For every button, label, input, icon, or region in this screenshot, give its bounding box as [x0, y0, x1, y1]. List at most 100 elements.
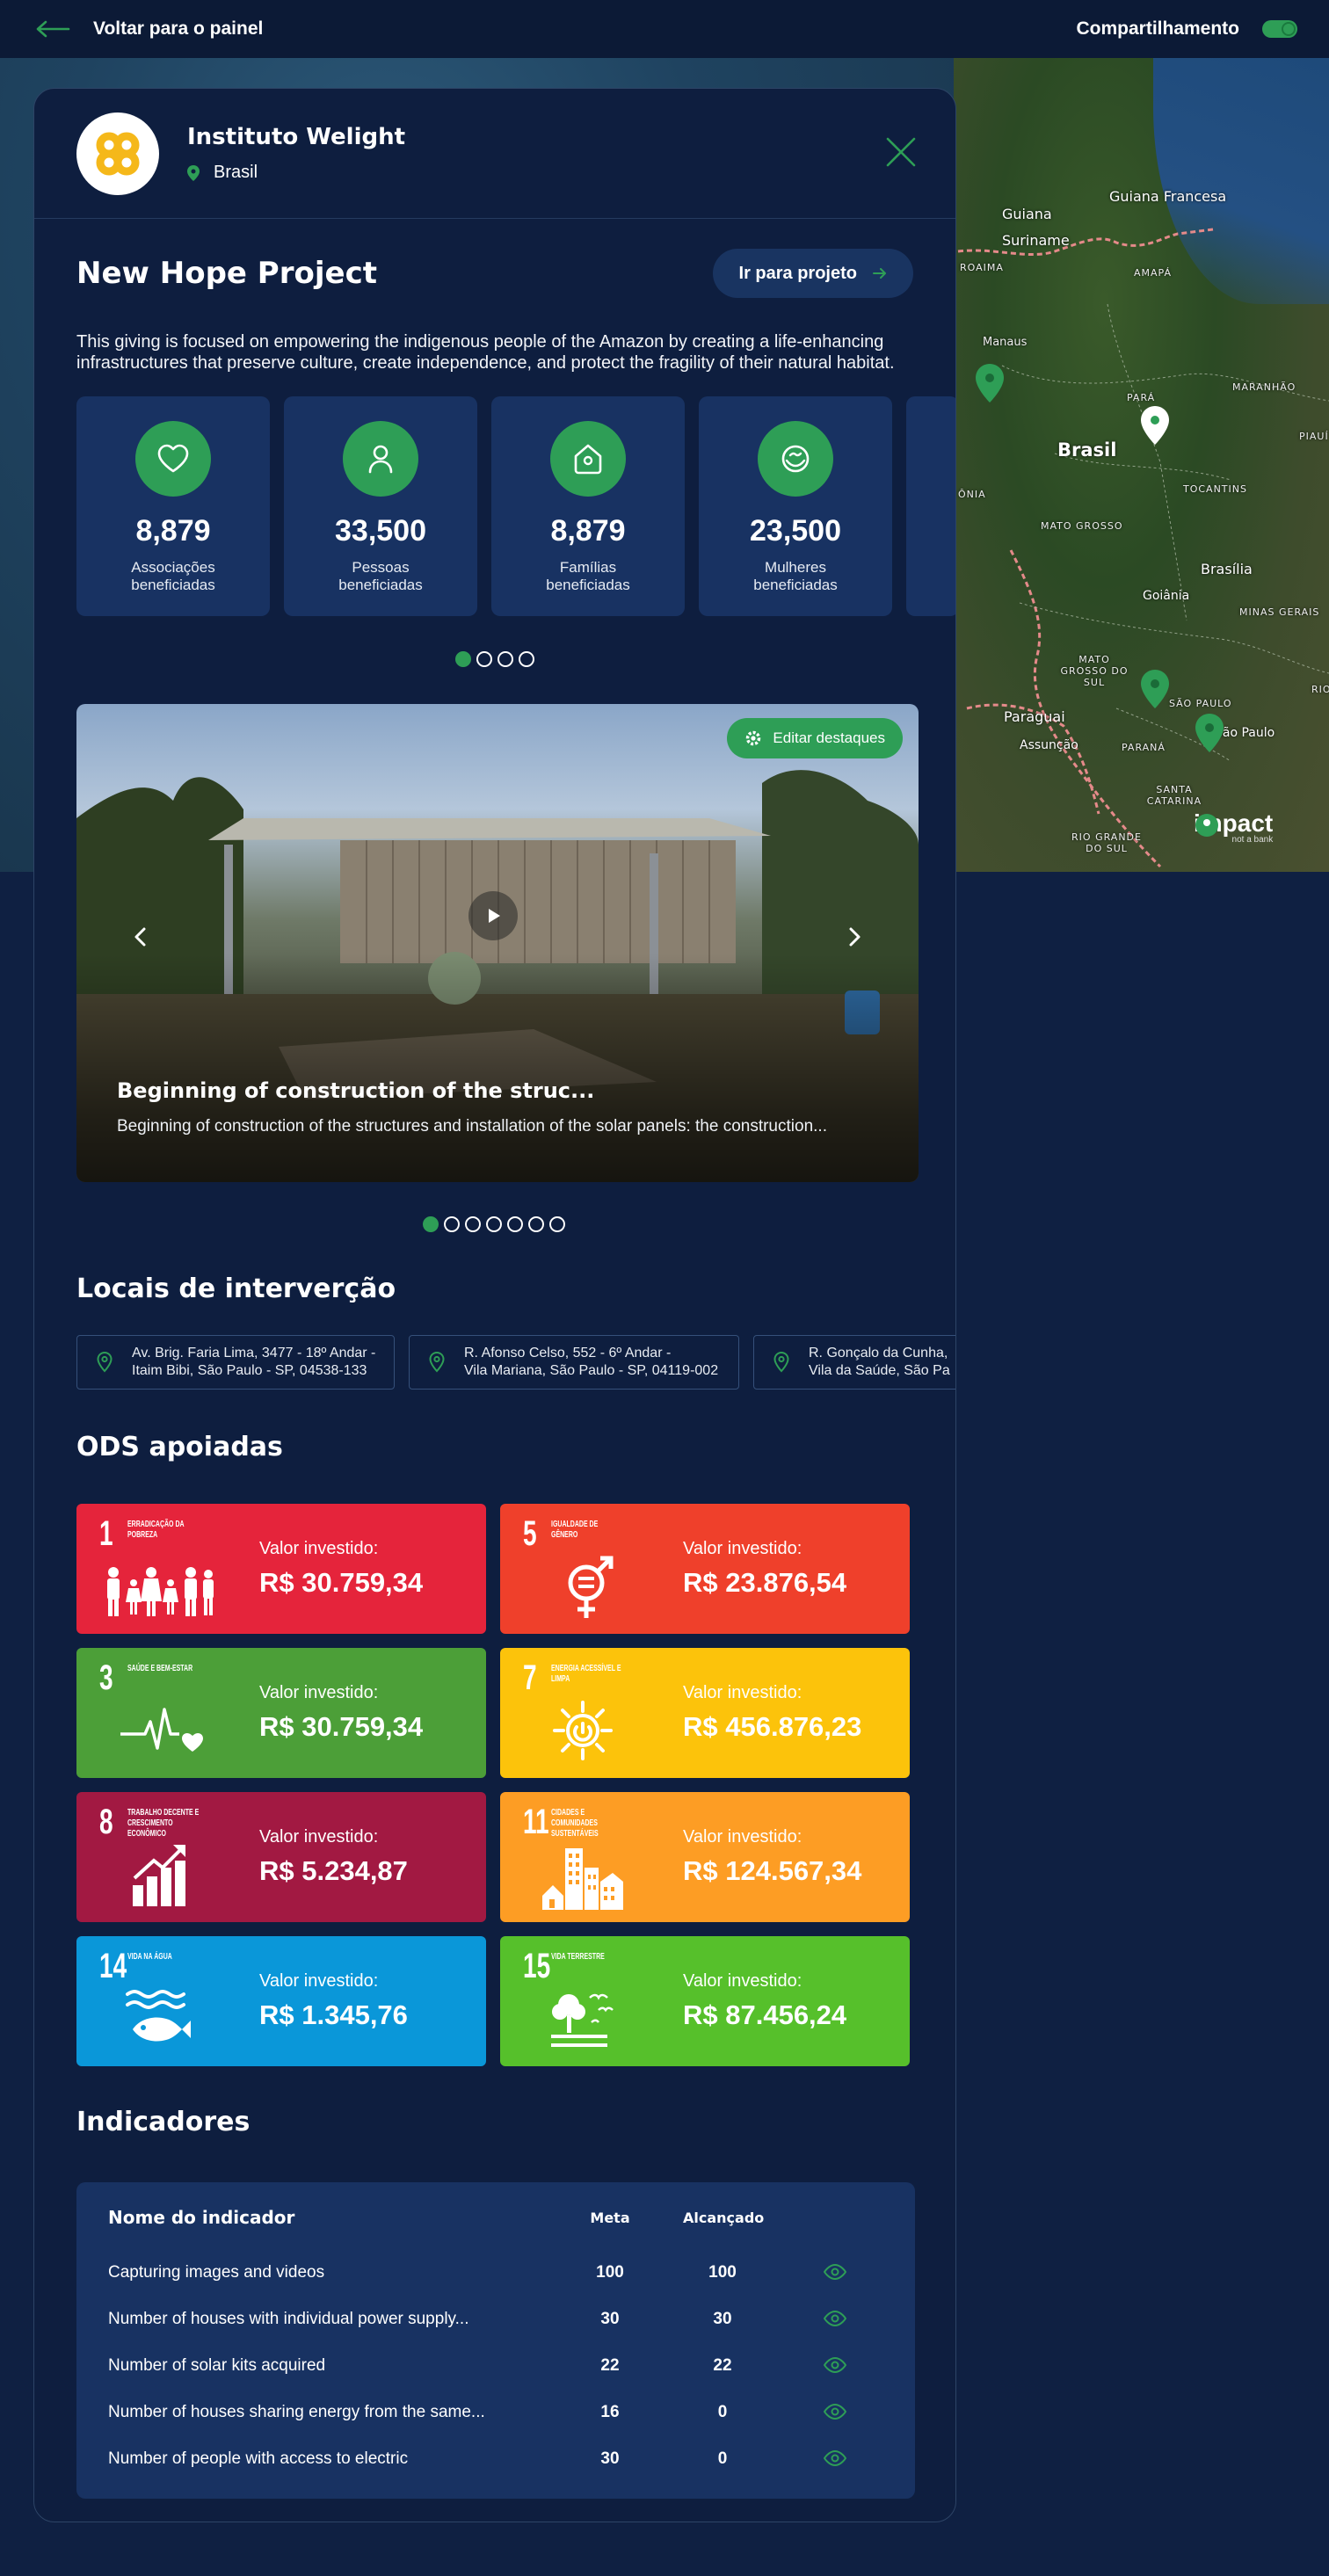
map-label: PARÁ	[1127, 392, 1156, 403]
chevron-left-icon[interactable]	[127, 924, 154, 950]
pager-dot[interactable]	[507, 1216, 523, 1232]
indicator-goal: 30	[600, 2449, 620, 2468]
ods-card[interactable]: 1 ERRADICAÇÃO DA POBREZA Valor investido:…	[76, 1504, 486, 1634]
pager-dot[interactable]	[528, 1216, 544, 1232]
stat-value: 8,879	[135, 514, 211, 548]
location-pin-icon	[773, 1352, 789, 1373]
sharing-toggle[interactable]	[1262, 20, 1297, 38]
eye-icon[interactable]	[824, 2449, 846, 2467]
pager-dot[interactable]	[476, 651, 492, 667]
indicator-goal: 22	[600, 2356, 620, 2375]
close-icon[interactable]	[885, 136, 917, 168]
ods-number: 5	[523, 1514, 537, 1553]
eye-icon[interactable]	[824, 2310, 846, 2327]
impact-logo-icon	[1195, 814, 1218, 837]
heart-icon	[157, 444, 189, 473]
pager-dot[interactable]	[423, 1216, 439, 1232]
edit-highlights-label: Editar destaques	[773, 729, 885, 746]
pager-dot[interactable]	[444, 1216, 460, 1232]
location-pin-icon	[429, 1352, 445, 1373]
ods-value: R$ 23.876,54	[683, 1567, 847, 1598]
map-label: Guiana	[1002, 206, 1052, 222]
organization-header: Instituto Welight Brasil	[34, 89, 955, 219]
organization-country: Brasil	[214, 163, 258, 182]
map-label: Paraguai	[1004, 708, 1065, 725]
back-label: Voltar para o painel	[93, 18, 264, 39]
stat-value: 33,500	[335, 514, 426, 548]
location-line: Av. Brig. Faria Lima, 3477 - 18º Andar -	[132, 1346, 376, 1361]
column-header-goal: Meta	[590, 2210, 630, 2226]
eye-icon[interactable]	[824, 2403, 846, 2420]
play-button[interactable]	[468, 891, 518, 940]
map-pin-icon[interactable]	[1194, 712, 1225, 754]
map-label: MATO GROSSO	[1041, 520, 1123, 532]
ods-name: TRABALHO DECENTE E CRESCIMENTO ECONÔMICO	[127, 1808, 200, 1839]
map-label: MARANHÃO	[1232, 381, 1296, 393]
ods-name: ENERGIA ACESSÍVEL E LIMPA	[551, 1664, 621, 1684]
stat-label: Associações beneficiadas	[131, 559, 215, 593]
impact-logo: impact not a bank	[1194, 811, 1273, 845]
caption-overlay	[76, 954, 919, 1182]
stats-pager	[455, 651, 534, 667]
pager-dot[interactable]	[519, 651, 534, 667]
ods-number: 11	[523, 1803, 549, 1841]
back-to-dashboard-link[interactable]: Voltar para o painel	[35, 18, 263, 40]
ods-card[interactable]: 3 SAÚDE E BEM-ESTAR Valor investido: R$ 3…	[76, 1648, 486, 1778]
chevron-right-icon[interactable]	[841, 924, 868, 950]
poverty-family-icon	[107, 1567, 214, 1616]
indicator-name: Number of houses sharing energy from the…	[108, 2403, 485, 2421]
pager-dot[interactable]	[497, 651, 513, 667]
map-label: Brasília	[1201, 561, 1253, 577]
map-pin-icon[interactable]	[974, 362, 1006, 404]
edit-highlights-button[interactable]: Editar destaques	[727, 718, 903, 758]
ods-value: R$ 87.456,24	[683, 1999, 847, 2030]
ods-value-label: Valor investido:	[259, 1971, 379, 1991]
eye-icon[interactable]	[824, 2263, 846, 2281]
ods-card[interactable]: 5 IGUALDADE DE GÊNERO Valor investido: R$…	[500, 1504, 910, 1634]
arrow-left-icon	[36, 20, 70, 38]
ods-number: 15	[523, 1947, 551, 1985]
project-panel: Instituto Welight Brasil New Hope Projec…	[33, 88, 956, 2522]
highlight-media[interactable]: Editar destaques Beginning of constructi…	[76, 704, 919, 1182]
indicator-achieved: 30	[713, 2310, 732, 2328]
location-item[interactable]: R. Gonçalo da Cunha, Vila da Saúde, São P…	[753, 1335, 955, 1390]
map-pin-icon[interactable]	[1139, 668, 1171, 710]
pager-dot[interactable]	[549, 1216, 565, 1232]
eye-icon[interactable]	[824, 2356, 846, 2374]
pager-dot[interactable]	[465, 1216, 481, 1232]
ods-name: VIDA TERRESTRE	[551, 1952, 605, 1962]
map-pin-selected-icon[interactable]	[1139, 404, 1171, 446]
play-icon	[489, 909, 500, 923]
table-row: Capturing images and videos 100 100	[76, 2263, 915, 2289]
go-to-project-button[interactable]: Ir para projeto	[712, 249, 913, 298]
map-label: Assunção	[1020, 738, 1078, 752]
fish-water-icon	[126, 1990, 191, 2042]
ods-card[interactable]: 8 TRABALHO DECENTE E CRESCIMENTO ECONÔMIC…	[76, 1792, 486, 1922]
project-header: New Hope Project Ir para projeto	[34, 249, 955, 298]
location-line: R. Afonso Celso, 552 - 6º Andar -	[464, 1346, 672, 1361]
map-label: SÃO PAULO	[1169, 698, 1232, 709]
heartbeat-icon	[120, 1708, 203, 1752]
map-label: PARANÁ	[1122, 742, 1166, 753]
ods-name: SAÚDE E BEM-ESTAR	[127, 1664, 193, 1673]
ods-value-label: Valor investido:	[259, 1683, 379, 1702]
ods-card[interactable]: 11 CIDADES E COMUNIDADES SUSTENTÁVEIS Val…	[500, 1792, 910, 1922]
ods-card[interactable]: 7 ENERGIA ACESSÍVEL E LIMPA Valor investi…	[500, 1648, 910, 1778]
map-label: PIAUÍ	[1299, 431, 1329, 442]
location-item[interactable]: R. Afonso Celso, 552 - 6º Andar - Vila Ma…	[409, 1335, 739, 1390]
map-label: Suriname	[1002, 232, 1070, 249]
ods-card[interactable]: 15 VIDA TERRESTRE Valor investido: R$ 87.…	[500, 1936, 910, 2066]
pager-dot[interactable]	[455, 651, 471, 667]
stat-card: 23,500 Mulheres beneficiadas	[699, 396, 892, 616]
ods-value-label: Valor investido:	[683, 1539, 802, 1558]
pager-dot[interactable]	[486, 1216, 502, 1232]
share-label: Compartilhamento	[1076, 18, 1239, 39]
ods-number: 3	[99, 1658, 113, 1697]
table-row: Number of solar kits acquired 22 22	[76, 2356, 915, 2383]
ods-number: 14	[99, 1947, 127, 1985]
ods-card[interactable]: 14 VIDA NA ÁGUA Valor investido: R$ 1.345…	[76, 1936, 486, 2066]
stat-label: Mulheres beneficiadas	[753, 559, 838, 593]
table-row: Number of people with access to electric…	[76, 2449, 915, 2476]
top-bar: Voltar para o painel Compartilhamento	[0, 0, 1329, 58]
location-item[interactable]: Av. Brig. Faria Lima, 3477 - 18º Andar -…	[76, 1335, 395, 1390]
